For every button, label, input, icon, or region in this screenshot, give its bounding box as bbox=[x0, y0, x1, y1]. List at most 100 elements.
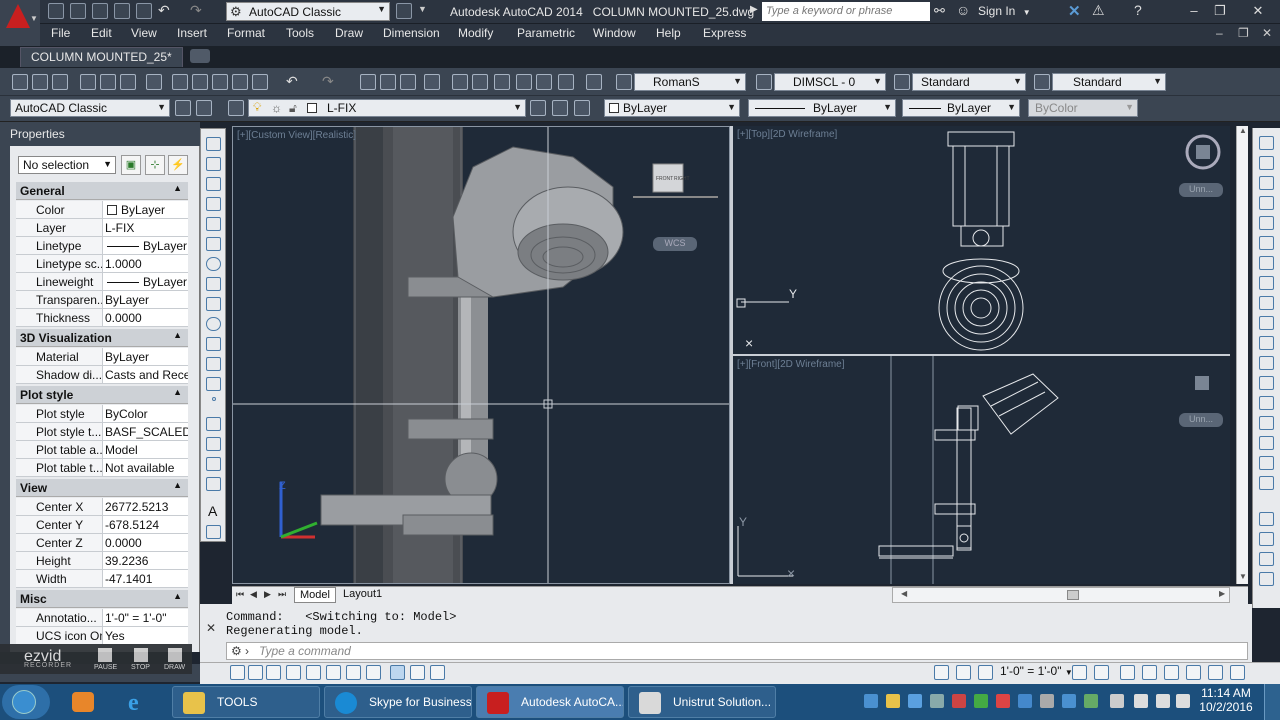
recent-commands-icon[interactable]: › bbox=[245, 644, 249, 658]
restore-button[interactable]: ❐ bbox=[1206, 0, 1234, 22]
auto-scale-icon[interactable] bbox=[1094, 665, 1109, 680]
trim-icon[interactable] bbox=[1259, 316, 1274, 330]
first-layout-icon[interactable]: ⏮ bbox=[236, 589, 244, 600]
plot-icon[interactable] bbox=[136, 3, 152, 19]
save-as-icon[interactable] bbox=[114, 3, 130, 19]
taskbar-item-skype[interactable]: Skype for Business bbox=[324, 686, 472, 718]
menu-help[interactable]: Help bbox=[656, 26, 681, 40]
taskbar-clock[interactable]: 11:14 AM 10/2/2016 bbox=[1196, 686, 1256, 714]
property-row[interactable]: Color ByLayer bbox=[16, 201, 188, 219]
show-desktop-button[interactable] bbox=[1264, 684, 1280, 720]
lineweight-dropdown[interactable]: ByLayer ▼ bbox=[902, 99, 1020, 117]
viewport-front-wireframe[interactable]: Y × [+][Front][2D Wireframe] Unn... bbox=[733, 356, 1230, 584]
quickcalc-icon[interactable] bbox=[558, 74, 574, 90]
stay-connected-icon[interactable]: ⚠ bbox=[1092, 2, 1105, 19]
zoom-previous-icon[interactable] bbox=[424, 74, 440, 90]
tray-icon[interactable] bbox=[1040, 694, 1054, 708]
minimize-drawing-icon[interactable]: – bbox=[1216, 26, 1223, 40]
join-icon[interactable] bbox=[1259, 396, 1274, 410]
arc-icon[interactable] bbox=[206, 237, 221, 251]
viewcube-front[interactable]: FRONT bbox=[656, 176, 673, 182]
undo-icon[interactable]: ↶ bbox=[286, 73, 298, 90]
line-icon[interactable] bbox=[206, 137, 221, 151]
property-row[interactable]: Plot style ByColor bbox=[16, 405, 188, 423]
annotation-visibility-icon[interactable] bbox=[1072, 665, 1087, 680]
tray-icon[interactable] bbox=[864, 694, 878, 708]
stretch-icon[interactable] bbox=[1259, 296, 1274, 310]
new-tab-button[interactable] bbox=[190, 49, 210, 63]
add-selected-icon[interactable] bbox=[206, 525, 221, 539]
lock-ui-icon[interactable] bbox=[1142, 665, 1157, 680]
viewport-label[interactable]: [+][Top][2D Wireframe] bbox=[737, 129, 837, 140]
property-row[interactable]: Width -47.1401 bbox=[16, 570, 188, 588]
object-snap-tracking-icon[interactable] bbox=[366, 665, 381, 680]
new-file-icon[interactable] bbox=[48, 3, 64, 19]
selection-dropdown[interactable]: No selection ▼ bbox=[18, 156, 116, 174]
property-row[interactable]: Thickness 0.0000 bbox=[16, 309, 188, 327]
share-icon[interactable] bbox=[396, 3, 412, 19]
copy-icon[interactable] bbox=[192, 74, 208, 90]
help-search-input[interactable]: Type a keyword or phrase bbox=[762, 2, 930, 21]
property-row[interactable]: UCS icon On Yes bbox=[16, 627, 188, 645]
taskbar-item-autocad[interactable]: Autodesk AutoCA... bbox=[476, 686, 624, 718]
annotation-scale-value[interactable]: 1'-0" = 1'-0" ▼ bbox=[1000, 664, 1073, 680]
menu-tools[interactable]: Tools bbox=[286, 26, 314, 40]
help-icon[interactable]: ? bbox=[1134, 2, 1142, 18]
chevron-right-icon[interactable]: ▶ bbox=[750, 4, 758, 15]
category-misc[interactable]: Misc ▲ bbox=[16, 590, 188, 608]
pan-icon[interactable] bbox=[360, 74, 376, 90]
category-general[interactable]: General ▲ bbox=[16, 182, 188, 200]
property-row[interactable]: Linetype ByLayer bbox=[16, 237, 188, 255]
pause-label[interactable]: PAUSE bbox=[94, 664, 117, 671]
menu-file[interactable]: File bbox=[51, 26, 70, 40]
ellipse-arc-icon[interactable] bbox=[206, 337, 221, 351]
customize-icon[interactable] bbox=[196, 100, 212, 116]
text-style-icon[interactable] bbox=[616, 74, 632, 90]
pause-icon[interactable] bbox=[98, 648, 112, 662]
isolate-objects-icon[interactable] bbox=[1164, 665, 1179, 680]
chamfer-icon[interactable] bbox=[1259, 416, 1274, 430]
internet-explorer-icon[interactable]: e bbox=[118, 686, 166, 718]
property-row[interactable]: Transparen... ByLayer bbox=[16, 291, 188, 309]
snap-mode-icon[interactable] bbox=[248, 665, 263, 680]
scroll-down-icon[interactable]: ▼ bbox=[1239, 572, 1247, 581]
fillet-icon[interactable] bbox=[1259, 436, 1274, 450]
clean-screen-icon[interactable] bbox=[1208, 665, 1223, 680]
chevron-down-icon[interactable]: ▼ bbox=[418, 4, 427, 14]
property-row[interactable]: Height 39.2236 bbox=[16, 552, 188, 570]
tray-icon[interactable] bbox=[1062, 694, 1076, 708]
property-row[interactable]: Linetype sc... 1.0000 bbox=[16, 255, 188, 273]
layer-properties-icon[interactable] bbox=[228, 100, 244, 116]
open-file-icon[interactable] bbox=[70, 3, 86, 19]
tool-palettes-icon[interactable] bbox=[494, 74, 510, 90]
menu-draw[interactable]: Draw bbox=[335, 26, 363, 40]
tab-model[interactable]: Model bbox=[294, 587, 336, 603]
design-center-icon[interactable] bbox=[472, 74, 488, 90]
quick-select-icon[interactable]: ⚡ bbox=[168, 155, 188, 175]
grid-display-icon[interactable] bbox=[266, 665, 281, 680]
file-tab-column-mounted[interactable]: COLUMN MOUNTED_25* bbox=[20, 47, 183, 67]
text-style-dropdown[interactable]: RomanS ▼ bbox=[634, 73, 746, 91]
viewport-top-wireframe[interactable]: Y × [+][Top][2D Wireframe] Unn... bbox=[733, 126, 1230, 355]
toggle-pickadd-icon[interactable]: ▣ bbox=[121, 155, 141, 175]
draw-icon[interactable] bbox=[168, 648, 182, 662]
menu-modify[interactable]: Modify bbox=[458, 26, 493, 40]
menu-window[interactable]: Window bbox=[593, 26, 636, 40]
taskbar-item-unistrut[interactable]: Unistrut Solution... bbox=[628, 686, 776, 718]
rectangle-icon[interactable] bbox=[206, 217, 221, 231]
color-dropdown[interactable]: ByLayer ▼ bbox=[604, 99, 740, 117]
redo-icon[interactable]: ↷ bbox=[322, 73, 334, 90]
stop-icon[interactable] bbox=[134, 648, 148, 662]
menu-dimension[interactable]: Dimension bbox=[383, 26, 440, 40]
save-icon[interactable] bbox=[52, 74, 68, 90]
volume-icon[interactable] bbox=[1176, 694, 1190, 708]
make-block-icon[interactable] bbox=[206, 377, 221, 391]
next-layout-icon[interactable]: ▶ bbox=[264, 589, 271, 600]
close-icon[interactable]: ✕ bbox=[206, 621, 216, 635]
category-view[interactable]: View ▲ bbox=[16, 479, 188, 497]
open-icon[interactable] bbox=[32, 74, 48, 90]
multileader-style-dropdown[interactable]: Standard ▼ bbox=[1052, 73, 1166, 91]
wcs-menu[interactable]: WCS bbox=[653, 237, 697, 251]
scroll-thumb[interactable] bbox=[1067, 590, 1079, 600]
property-row[interactable]: Center Z 0.0000 bbox=[16, 534, 188, 552]
